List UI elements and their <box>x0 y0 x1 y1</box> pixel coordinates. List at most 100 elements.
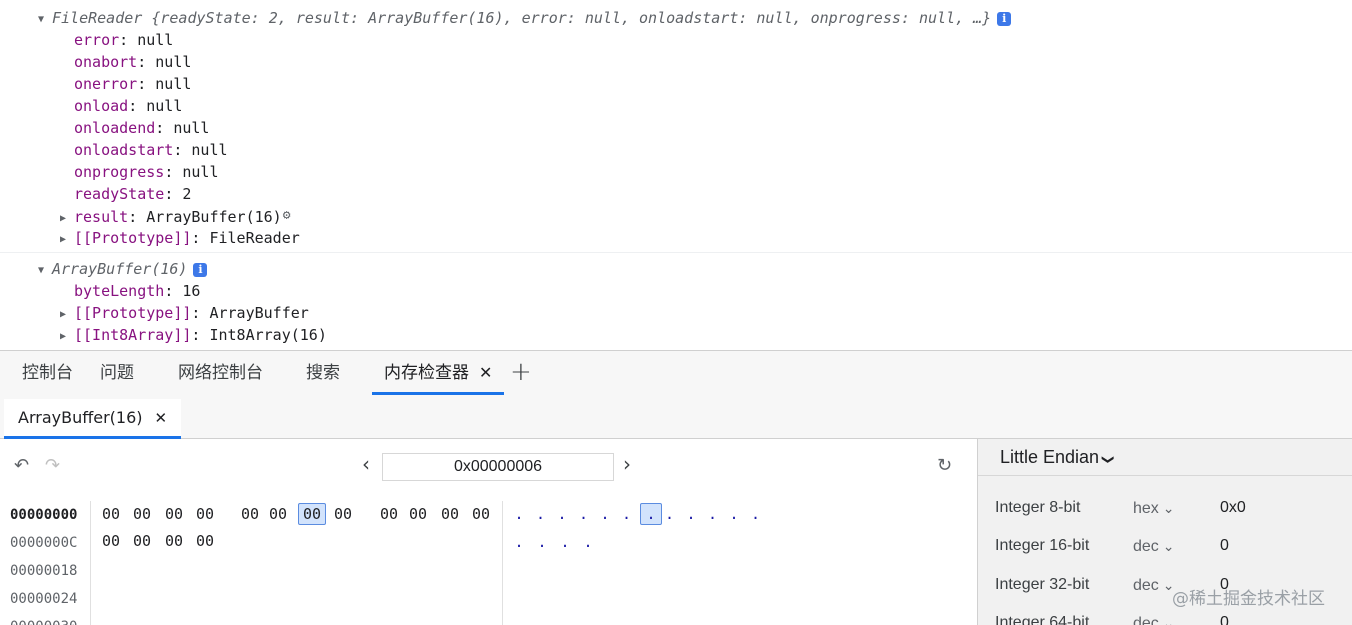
address-label: 0000000C <box>10 535 78 551</box>
prototype-property[interactable]: ▶ [[Prototype]]: ArrayBuffer <box>60 302 309 324</box>
property-value: ArrayBuffer <box>209 304 309 322</box>
memory-buffer-tabs: ArrayBuffer(16) ✕ <box>0 395 1352 439</box>
format-select[interactable]: dec ⌄ <box>1133 611 1175 625</box>
address-label: 00000018 <box>10 563 78 579</box>
filereader-summary: {readyState: 2, result: ArrayBuffer(16),… <box>151 9 992 27</box>
chevron-down-icon: ⌄ <box>1162 538 1175 554</box>
tab-memory-inspector[interactable]: 内存检查器 ✕ <box>372 351 505 395</box>
expand-triangle-icon[interactable]: ▼ <box>38 260 52 282</box>
previous-page-icon[interactable]: ‹ <box>362 452 370 476</box>
hex-byte[interactable]: 00 <box>436 503 464 525</box>
object-property: readyState: 2 <box>74 185 192 203</box>
ascii-char[interactable]: . <box>512 531 526 553</box>
hex-byte[interactable]: 00 <box>375 503 403 525</box>
tab-search[interactable]: 搜索 <box>306 351 340 395</box>
hex-byte[interactable]: 00 <box>264 503 292 525</box>
tab-label: 网络控制台 <box>178 363 263 383</box>
ascii-char[interactable]: . <box>512 503 526 525</box>
property-value: ArrayBuffer(16) <box>146 208 282 226</box>
address-input[interactable]: 0x00000006 <box>382 453 614 481</box>
hex-byte[interactable]: 00 <box>329 503 357 525</box>
property-key: [[Prototype]] <box>74 229 192 247</box>
object-property: onerror: null <box>74 75 192 93</box>
property-key: onprogress <box>74 163 165 181</box>
ascii-char[interactable]: . <box>577 503 591 525</box>
result-property[interactable]: ▶ result: ArrayBuffer(16)⚙ <box>60 205 291 227</box>
endianness-select[interactable]: Little Endian ❯ <box>978 439 1352 476</box>
ascii-char[interactable]: . <box>555 503 569 525</box>
filereader-name: FileReader <box>52 9 143 27</box>
interpreted-value: 0 <box>1220 614 1229 625</box>
format-label: dec <box>1133 538 1159 555</box>
divider <box>502 501 503 625</box>
tab-console[interactable]: 控制台 <box>22 351 73 395</box>
address-column: 00000000 0000000C 00000018 00000024 00000030 <box>10 501 90 625</box>
ascii-char[interactable]: . <box>598 503 612 525</box>
ascii-char[interactable]: . <box>663 503 677 525</box>
divider <box>90 501 91 625</box>
filereader-header[interactable]: ▼ FileReader {readyState: 2, result: Arra… <box>38 7 1012 31</box>
plus-icon[interactable]: + <box>510 356 532 388</box>
property-value: null <box>137 31 174 49</box>
prototype-property[interactable]: ▶ [[Prototype]]: FileReader <box>60 227 300 249</box>
hex-byte[interactable]: 00 <box>128 503 156 525</box>
object-property: onloadstart: null <box>74 141 228 159</box>
hex-byte[interactable]: 00 <box>128 530 156 552</box>
redo-icon[interactable]: ↷ <box>45 455 60 476</box>
property-value: 2 <box>182 185 192 203</box>
hex-byte[interactable]: 00 <box>160 530 188 552</box>
hex-byte[interactable]: 00 <box>191 530 219 552</box>
gear-icon[interactable]: ⚙ <box>283 205 291 227</box>
format-select[interactable]: dec ⌄ <box>1133 573 1175 598</box>
hex-byte[interactable]: 00 <box>191 503 219 525</box>
arraybuffer-header[interactable]: ▼ ArrayBuffer(16) i <box>38 258 208 282</box>
collapse-triangle-icon[interactable]: ▶ <box>60 229 74 251</box>
tab-network-console[interactable]: 网络控制台 <box>178 351 263 395</box>
hex-byte[interactable]: 00 <box>404 503 432 525</box>
property-key: readyState <box>74 185 165 203</box>
ascii-char[interactable]: . <box>749 503 763 525</box>
interpreted-value: 0 <box>1220 537 1229 554</box>
next-page-icon[interactable]: › <box>623 452 631 476</box>
format-select[interactable]: hex ⌄ <box>1133 496 1175 521</box>
hex-byte[interactable]: 00 <box>160 503 188 525</box>
endianness-label: Little Endian <box>1000 447 1100 467</box>
ascii-char[interactable]: . <box>727 503 741 525</box>
ascii-char[interactable]: . <box>706 503 720 525</box>
property-key: onloadstart <box>74 141 174 159</box>
hex-byte[interactable]: 00 <box>97 503 125 525</box>
property-value: null <box>155 75 192 93</box>
interpreter-row: Integer 64-bit dec ⌄ 0 <box>978 611 1352 625</box>
ascii-char[interactable]: . <box>620 503 634 525</box>
value-type-label: Integer 8-bit <box>995 499 1081 516</box>
info-icon[interactable]: i <box>193 263 208 277</box>
watermark: @稀土掘金技术社区 <box>1172 589 1325 609</box>
hex-byte[interactable]: 00 <box>97 530 125 552</box>
hex-byte[interactable]: 00 <box>236 503 264 525</box>
ascii-char[interactable]: . <box>558 531 572 553</box>
ascii-char[interactable]: . <box>534 503 548 525</box>
ascii-char[interactable]: . <box>684 503 698 525</box>
tab-arraybuffer[interactable]: ArrayBuffer(16) ✕ <box>4 399 182 439</box>
undo-icon[interactable]: ↶ <box>14 455 29 476</box>
collapse-triangle-icon[interactable]: ▶ <box>60 304 74 326</box>
hex-byte[interactable]: 00 <box>467 503 495 525</box>
close-icon[interactable]: ✕ <box>479 363 492 382</box>
collapse-triangle-icon[interactable]: ▶ <box>60 326 74 348</box>
ascii-char[interactable]: . <box>535 531 549 553</box>
address-label: 00000024 <box>10 591 78 607</box>
refresh-icon[interactable]: ↻ <box>937 455 952 476</box>
ascii-char[interactable]: . <box>640 503 662 525</box>
property-key: result <box>74 208 129 226</box>
expand-triangle-icon[interactable]: ▼ <box>38 9 52 31</box>
info-icon[interactable]: i <box>997 12 1012 26</box>
property-value: null <box>155 53 192 71</box>
int8array-property[interactable]: ▶ [[Int8Array]]: Int8Array(16) <box>60 324 327 346</box>
ascii-char[interactable]: . <box>581 531 595 553</box>
format-select[interactable]: dec ⌄ <box>1133 534 1175 559</box>
address-label: 00000030 <box>10 613 90 625</box>
close-icon[interactable]: ✕ <box>155 409 168 427</box>
value-type-label: Integer 32-bit <box>995 576 1090 593</box>
tab-issues[interactable]: 问题 <box>100 351 134 395</box>
hex-byte[interactable]: 00 <box>298 503 326 525</box>
